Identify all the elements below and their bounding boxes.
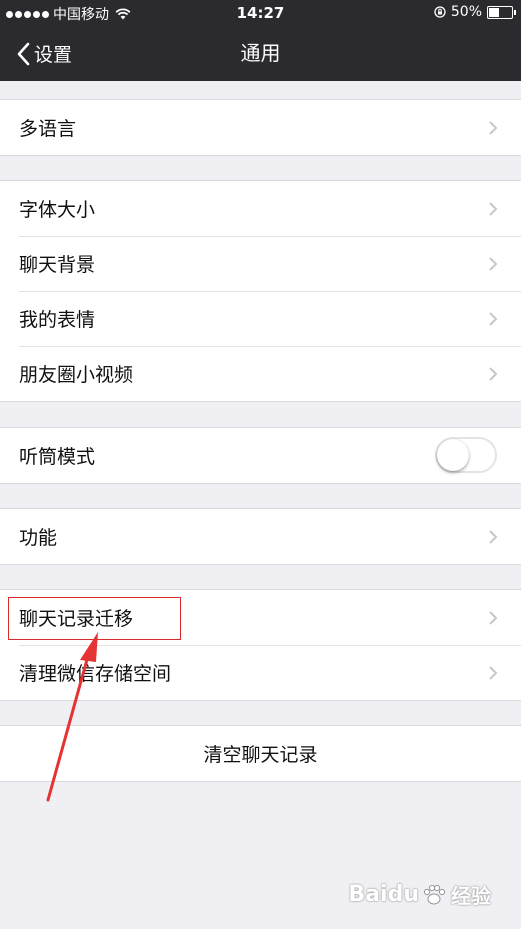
row-label: 聊天记录迁移 <box>19 608 134 630</box>
row-label: 功能 <box>19 527 58 549</box>
earpiece-mode-toggle[interactable] <box>435 437 497 473</box>
settings-group-earpiece: 听筒模式 <box>0 427 521 484</box>
row-label: 我的表情 <box>19 309 96 331</box>
toggle-knob <box>437 439 469 471</box>
settings-group-storage: 聊天记录迁移 清理微信存储空间 <box>0 589 521 701</box>
clear-history-group: 清空聊天记录 <box>0 725 521 782</box>
chevron-right-icon <box>489 530 498 544</box>
watermark-brand: Baidu <box>348 882 419 907</box>
chevron-right-icon <box>489 367 498 381</box>
settings-group-display: 字体大小 聊天背景 我的表情 朋友圈小视频 <box>0 180 521 402</box>
page-title: 通用 <box>240 41 281 65</box>
clear-chat-history-label: 清空聊天记录 <box>203 744 318 766</box>
row-label: 听筒模式 <box>19 446 96 468</box>
settings-row-features[interactable]: 功能 <box>0 509 521 564</box>
orientation-lock-icon <box>434 6 446 18</box>
settings-row-font-size[interactable]: 字体大小 <box>0 181 521 236</box>
battery-level <box>489 7 499 17</box>
chevron-right-icon <box>489 666 498 680</box>
status-bar: 中国移动 14:27 50% <box>0 0 521 26</box>
settings-row-chat-history-migration[interactable]: 聊天记录迁移 <box>0 590 521 645</box>
chevron-right-icon <box>489 312 498 326</box>
watermark-suffix: 经验 <box>451 884 491 908</box>
settings-row-manage-storage[interactable]: 清理微信存储空间 <box>0 645 521 700</box>
chevron-right-icon <box>489 611 498 625</box>
settings-row-earpiece-mode: 听筒模式 <box>0 428 521 483</box>
status-right: 50% <box>434 4 516 20</box>
row-label: 聊天背景 <box>19 254 96 276</box>
chevron-right-icon <box>489 257 498 271</box>
settings-group-features: 功能 <box>0 508 521 565</box>
row-label: 多语言 <box>19 118 77 140</box>
navigation-bar: 设置 通用 <box>0 26 521 81</box>
clear-chat-history-button[interactable]: 清空聊天记录 <box>0 726 521 781</box>
battery-icon <box>487 5 516 19</box>
settings-row-my-stickers[interactable]: 我的表情 <box>0 291 521 346</box>
settings-group-language: 多语言 <box>0 99 521 156</box>
baidu-watermark: Baidu 经验 <box>348 880 491 909</box>
settings-row-moments-video[interactable]: 朋友圈小视频 <box>0 346 521 401</box>
row-label: 字体大小 <box>19 199 96 221</box>
row-label: 清理微信存储空间 <box>19 663 172 685</box>
settings-row-multilanguage[interactable]: 多语言 <box>0 100 521 155</box>
chevron-right-icon <box>489 121 498 135</box>
paw-logo-icon <box>423 884 446 904</box>
row-label: 朋友圈小视频 <box>19 364 134 386</box>
chevron-right-icon <box>489 202 498 216</box>
settings-row-chat-background[interactable]: 聊天背景 <box>0 236 521 291</box>
battery-percent: 50% <box>450 4 482 20</box>
